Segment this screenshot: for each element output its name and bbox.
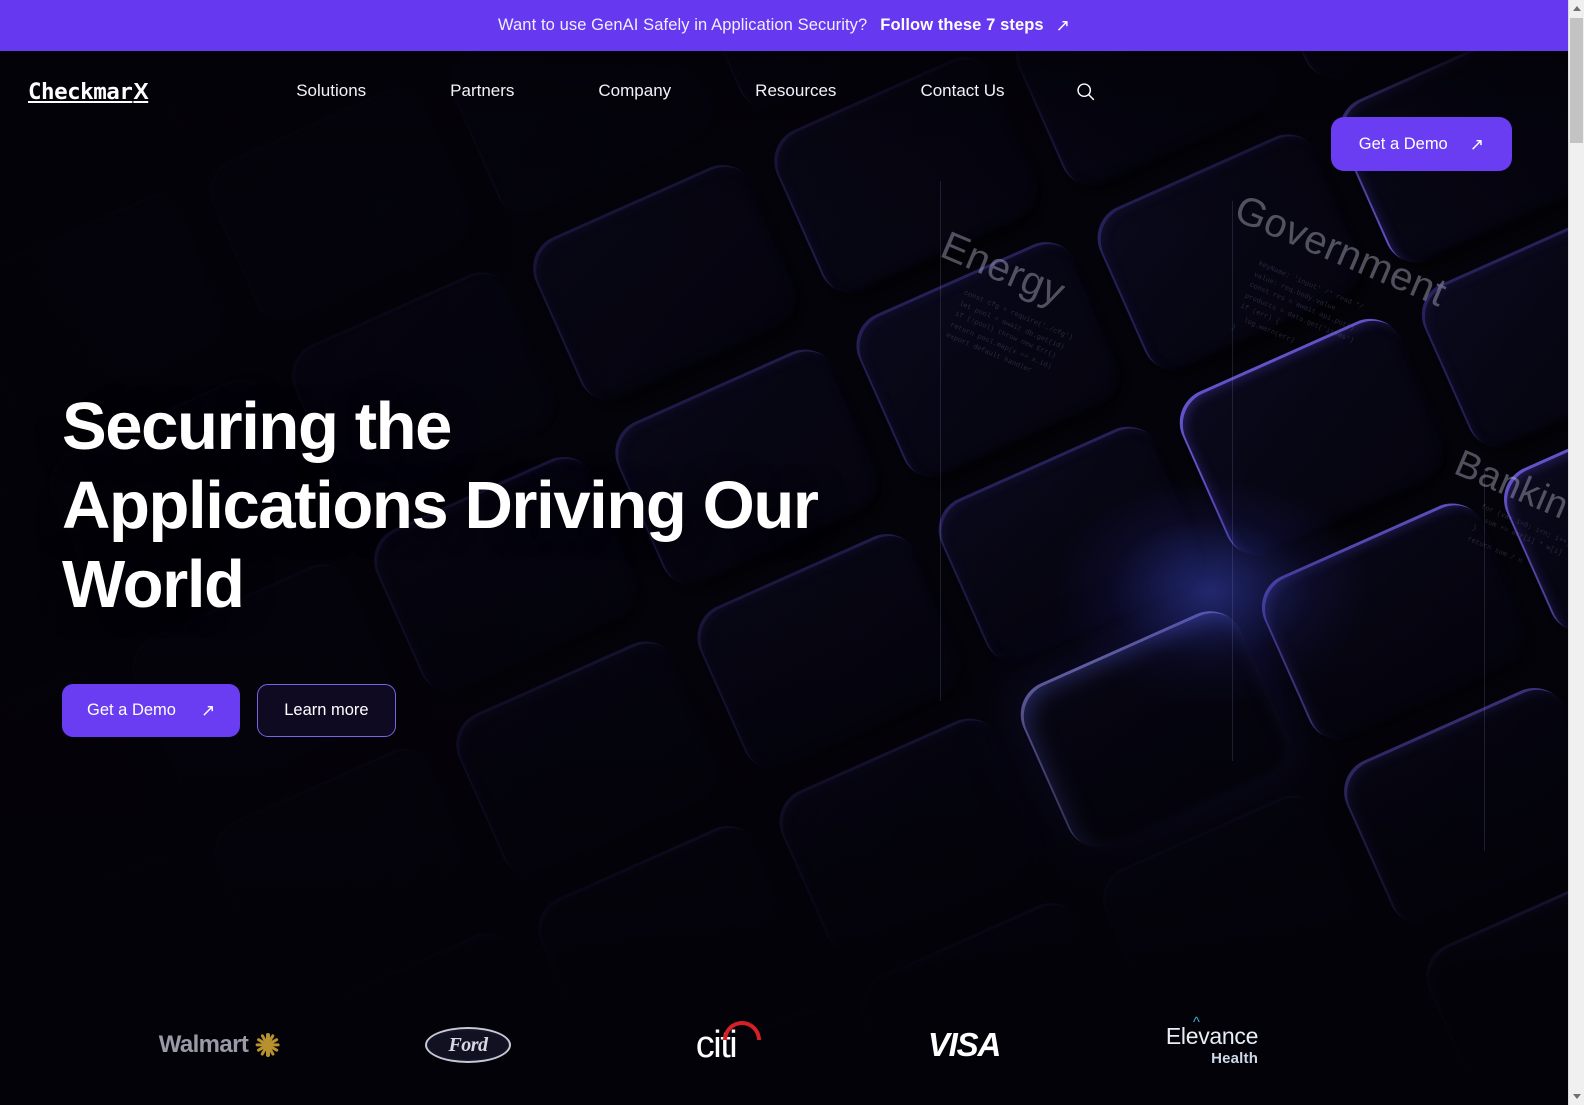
elevance-wordmark: Elevance [1165,1022,1259,1049]
customer-logo-elevance-health: ^ Elevance Health [1088,1015,1336,1067]
nav-item-contact-us[interactable]: Contact Us [878,51,1046,131]
hero-title-line-3: World [62,547,245,622]
hero-section: Energy Government Bankin const cfg = req… [0,51,1568,1105]
announcement-link[interactable]: Follow these 7 steps ↗ [880,16,1070,35]
ford-wordmark: Ford [448,1033,488,1056]
announcement-link-label: Follow these 7 steps [880,16,1044,34]
arrow-up-right-icon: ↗ [200,701,216,720]
hero-get-a-demo-button[interactable]: Get a Demo ↗ [62,684,241,737]
elevance-lockup: ^ Elevance Health [1165,1015,1259,1067]
announcement-banner[interactable]: Want to use GenAI Safely in Application … [0,0,1568,51]
nav-item-company[interactable]: Company [556,51,713,131]
arrow-up-right-icon: ↗ [1055,16,1071,35]
page-scrollbar[interactable] [1568,0,1584,1105]
customer-logo-strip: Walmart Ford citi VISA ^ Elevance Health [0,1013,1568,1077]
hero-content: Securing the Applications Driving Our Wo… [62,387,819,737]
customer-logo-walmart: Walmart [96,1031,344,1059]
scroll-up-arrow-icon[interactable] [1569,0,1584,17]
walmart-spark-icon [255,1032,281,1058]
search-button[interactable] [1071,76,1101,106]
hero-cta-group: Get a Demo ↗ Learn more [62,684,818,737]
nav-item-solutions[interactable]: Solutions [296,51,408,131]
hero-learn-more-button[interactable]: Learn more [257,684,396,737]
citi-wrap: citi [696,1020,761,1067]
logo-wordmark: Checkmar [28,78,133,105]
main-navigation: Solutions Partners Company Resources Con… [296,51,1100,131]
elevance-sub-label: Health [1211,1049,1259,1067]
scrollbar-thumb[interactable] [1570,18,1583,143]
customer-logo-ford: Ford [344,1027,592,1063]
hero-title: Securing the Applications Driving Our Wo… [62,387,819,624]
ford-oval-icon: Ford [425,1027,511,1063]
browser-page: Want to use GenAI Safely in Application … [0,0,1584,1105]
header-get-a-demo-button[interactable]: Get a Demo ↗ [1330,117,1512,171]
checkmarx-logo[interactable]: Checkmar X [28,77,149,105]
walmart-wordmark: Walmart [158,1031,249,1058]
nav-item-resources[interactable]: Resources [713,51,878,131]
logo-x-mark: X [133,77,149,104]
nav-item-partners[interactable]: Partners [408,51,556,131]
announcement-question: Want to use GenAI Safely in Application … [497,16,868,34]
hero-title-line-2: Applications Driving Our [62,468,819,543]
arrow-up-right-icon: ↗ [1469,134,1484,154]
customer-logo-visa: VISA [840,1026,1088,1064]
elevance-caret-icon: ^ [1192,1013,1200,1031]
scroll-down-arrow-icon[interactable] [1569,1088,1584,1105]
site-header: Checkmar X Solutions Partners Company Res… [0,51,1568,171]
hero-title-line-1: Securing the [62,389,452,464]
hero-demo-label: Get a Demo [87,701,176,719]
page-viewport: Want to use GenAI Safely in Application … [0,0,1568,1105]
visa-wordmark: VISA [927,1026,1001,1063]
customer-logo-citi: citi [592,1020,840,1067]
header-demo-label: Get a Demo [1358,134,1448,153]
search-icon [1077,82,1095,100]
